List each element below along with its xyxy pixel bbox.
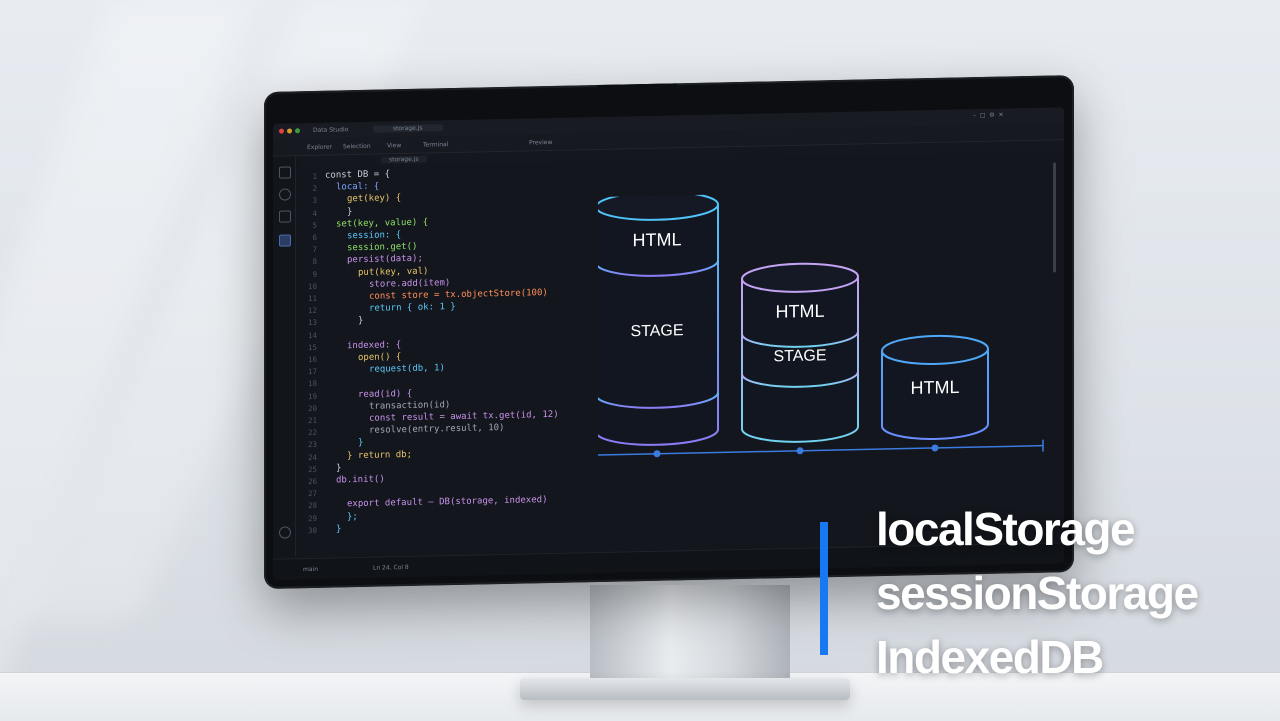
- monitor-stand: [590, 585, 790, 685]
- close-dot[interactable]: [279, 128, 284, 134]
- code-line: const result = await tx.get(id, 12): [369, 409, 559, 424]
- line-number: 15: [307, 342, 317, 352]
- headline-localstorage: localStorage: [876, 503, 1136, 555]
- code-line: return { ok: 1 }: [369, 302, 456, 314]
- code-line: local: {: [336, 181, 380, 193]
- menu-item-explorer[interactable]: Explorer: [307, 144, 332, 152]
- menu-item-terminal[interactable]: Terminal: [423, 141, 448, 149]
- cylinder-label-stage: STAGE: [773, 347, 826, 365]
- settings-icon[interactable]: [279, 526, 291, 539]
- code-line: indexed: {: [347, 339, 402, 352]
- line-number: 7: [312, 245, 317, 255]
- files-icon[interactable]: [279, 166, 291, 179]
- line-number: 3: [312, 196, 317, 206]
- code-line: put(key, val): [358, 266, 429, 278]
- line-number: 18: [307, 379, 317, 389]
- code-line: resolve(entry.result, 10): [369, 423, 505, 436]
- cylinder-label-stage: STAGE: [630, 322, 683, 340]
- cylinder-label-html: HTML: [911, 377, 960, 398]
- cylinder-label-html: HTML: [633, 229, 682, 250]
- line-number: 2: [312, 184, 317, 194]
- line-number: 29: [307, 513, 317, 523]
- line-number: 20: [307, 403, 317, 413]
- status-position[interactable]: Ln 24, Col 8: [373, 564, 409, 572]
- camera-notch: [597, 83, 677, 98]
- code-line: }: [336, 463, 342, 474]
- code-line: };: [347, 511, 358, 522]
- code-line: export default — DB(storage, indexed): [347, 495, 548, 510]
- line-number: 8: [312, 257, 317, 267]
- accent-bar: [820, 522, 828, 655]
- code-line: } return db;: [347, 449, 413, 461]
- window-title: Data Studio: [313, 126, 349, 134]
- monitor-stand-base: [520, 678, 850, 700]
- line-number: 12: [307, 306, 317, 316]
- code-line: }: [336, 524, 342, 535]
- search-icon[interactable]: [279, 188, 291, 201]
- database-icon[interactable]: [279, 234, 291, 247]
- menu-item-view[interactable]: View: [387, 142, 401, 149]
- window-controls[interactable]: – □ ⚙ ✕: [973, 112, 1004, 120]
- line-number: 17: [307, 367, 317, 377]
- status-branch[interactable]: main: [303, 566, 318, 573]
- activity-bar: [273, 156, 296, 557]
- headline-indexeddb: IndexedDB: [876, 631, 1104, 683]
- line-number: 13: [307, 318, 317, 328]
- headline-sessionstorage: sessionStorage: [876, 567, 1199, 619]
- line-number: 4: [312, 208, 317, 218]
- line-number: 24: [307, 452, 317, 462]
- breadcrumb[interactable]: storage.js: [381, 155, 427, 164]
- line-number: 27: [307, 489, 317, 499]
- code-line: store.add(item): [369, 277, 451, 290]
- minimize-dot[interactable]: [287, 128, 292, 134]
- line-number: 6: [312, 232, 317, 242]
- cylinder-label-html: HTML: [776, 301, 825, 322]
- line-number: 26: [307, 476, 317, 487]
- line-number: 21: [307, 415, 317, 426]
- code-line: session.get(): [347, 241, 418, 254]
- line-number: 9: [312, 269, 317, 279]
- code-editor[interactable]: 1 const DB = {2 local: {3 get(key) {4 } 5 …: [299, 162, 609, 553]
- code-line: const store = tx.objectStore(100): [369, 288, 548, 302]
- file-tab[interactable]: storage.js: [373, 124, 443, 133]
- line-number: 25: [307, 464, 317, 474]
- code-line: transaction(id): [369, 399, 451, 412]
- line-number: 5: [312, 220, 317, 230]
- line-number: 16: [307, 354, 317, 365]
- line-number: 19: [307, 391, 317, 401]
- code-line: const DB = {: [325, 169, 391, 181]
- code-line: }: [358, 438, 364, 449]
- code-line: request(db, 1): [369, 363, 445, 375]
- code-line: set(key, value) {: [336, 217, 429, 230]
- code-line: db.init(): [336, 474, 385, 486]
- extensions-icon[interactable]: [279, 210, 291, 223]
- code-line: open() {: [358, 352, 402, 364]
- code-line: }: [358, 316, 364, 327]
- line-number: 10: [307, 281, 317, 291]
- code-line: read(id) {: [358, 388, 413, 400]
- menu-item-selection[interactable]: Selection: [343, 143, 371, 151]
- line-number: 23: [307, 440, 317, 450]
- line-number: 22: [307, 428, 317, 438]
- line-number: 11: [307, 293, 317, 304]
- code-line: }: [347, 206, 353, 217]
- code-line: session: {: [347, 230, 402, 242]
- maximize-dot[interactable]: [295, 128, 300, 134]
- panel-tab-preview[interactable]: Preview: [529, 139, 552, 146]
- line-number: 1: [312, 171, 317, 181]
- line-number: 30: [307, 525, 317, 535]
- code-line: persist(data);: [347, 254, 423, 266]
- line-number: 14: [307, 330, 317, 340]
- code-line: get(key) {: [347, 193, 402, 205]
- storage-diagram: HTML STAGE HTML STAGE HTML: [598, 190, 1044, 458]
- diagram-baseline: [598, 444, 1043, 457]
- line-number: 28: [307, 501, 317, 511]
